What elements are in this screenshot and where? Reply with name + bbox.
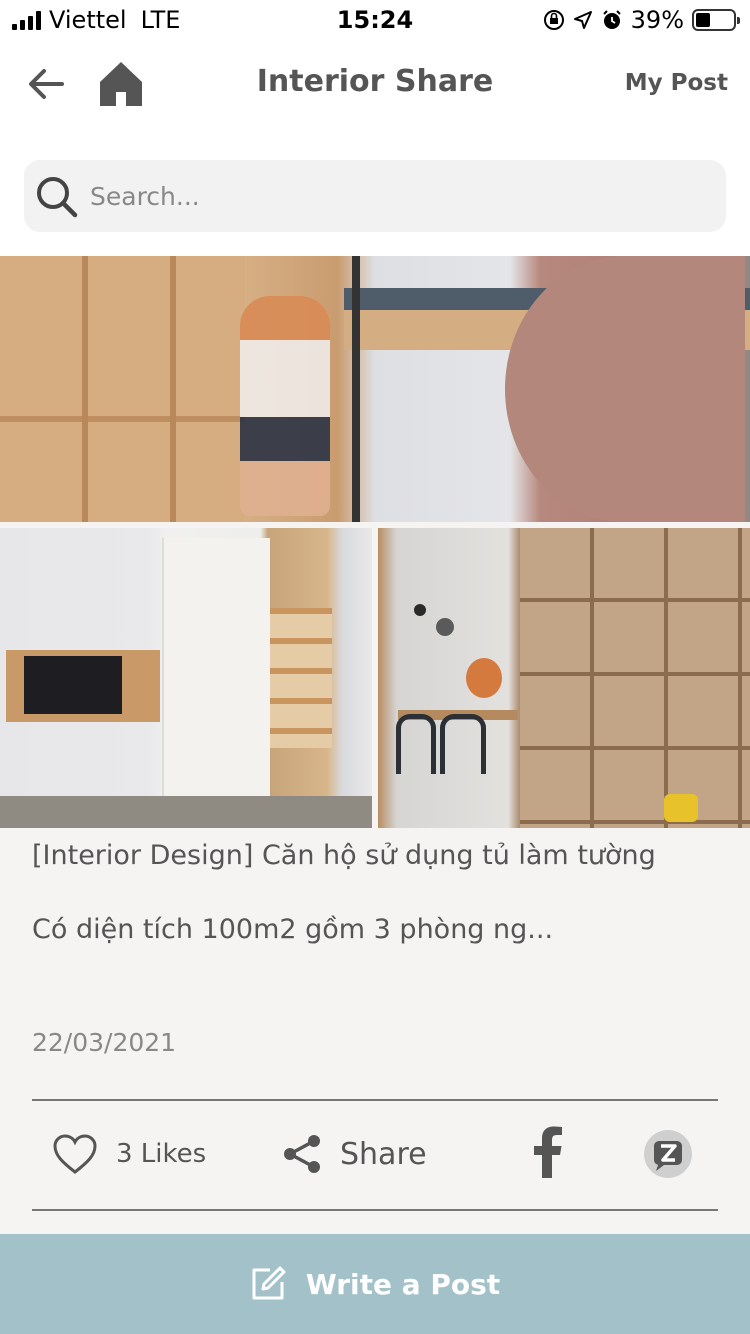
flower-vase-decoration: [466, 658, 502, 698]
facebook-icon: [534, 1126, 562, 1178]
pendant-lamp-decoration: [436, 618, 454, 636]
search-icon: [37, 177, 78, 218]
battery-fill: [696, 13, 711, 27]
post-image-2[interactable]: [0, 528, 372, 828]
share-icon: [284, 1135, 320, 1173]
post-image-3[interactable]: [378, 528, 750, 828]
search-input[interactable]: [90, 174, 710, 218]
share-button[interactable]: Share: [282, 1126, 427, 1182]
wardrobe-decoration: [162, 538, 270, 796]
like-button[interactable]: 3 Likes: [52, 1126, 206, 1182]
app-header: Interior Share My Post: [0, 42, 750, 132]
heart-icon: [53, 1134, 97, 1174]
wood-shelf-decoration: [520, 528, 750, 828]
wall-circle-decoration: [505, 256, 745, 522]
pendant-lamp-decoration: [414, 604, 426, 616]
write-post-label: Write a Post: [305, 1267, 501, 1301]
location-icon: [573, 11, 592, 29]
child-figure-decoration: [240, 296, 330, 516]
divider: [32, 1099, 718, 1101]
likes-count: 3 Likes: [116, 1139, 207, 1169]
alarm-icon: [602, 10, 621, 29]
floor-decoration: [0, 796, 372, 828]
toy-car-decoration: [664, 794, 698, 822]
battery-percent: 39%: [630, 6, 684, 34]
post-date: 22/03/2021: [32, 1028, 177, 1057]
post-card[interactable]: [Interior Design] Căn hộ sử dụng tủ làm …: [0, 256, 750, 1234]
edit-icon: [252, 1266, 286, 1300]
my-post-button[interactable]: My Post: [625, 70, 728, 96]
zalo-icon: [654, 1141, 682, 1171]
facebook-share-button[interactable]: [530, 1126, 566, 1178]
status-right: 39%: [543, 6, 740, 34]
post-title[interactable]: [Interior Design] Căn hộ sử dụng tủ làm …: [32, 840, 722, 871]
battery-icon: [692, 9, 740, 31]
chair-decoration: [440, 714, 486, 774]
write-post-button[interactable]: Write a Post: [0, 1234, 750, 1334]
orientation-lock-icon: [543, 10, 564, 30]
tv-screen-decoration: [24, 656, 122, 714]
share-label: Share: [340, 1136, 427, 1172]
divider: [32, 1209, 718, 1211]
bookshelf-decoration: [270, 608, 332, 748]
shelf-lines-decoration: [0, 296, 245, 522]
search-bar[interactable]: [24, 160, 726, 232]
chair-decoration: [396, 714, 436, 774]
post-excerpt: Có diện tích 100m2 gồm 3 phòng ng...: [32, 914, 554, 945]
post-image-main[interactable]: [0, 256, 750, 522]
ladder-decoration: [352, 256, 360, 522]
status-bar: Viettel LTE 15:24 39%: [0, 0, 750, 42]
zalo-share-button[interactable]: [644, 1130, 692, 1178]
